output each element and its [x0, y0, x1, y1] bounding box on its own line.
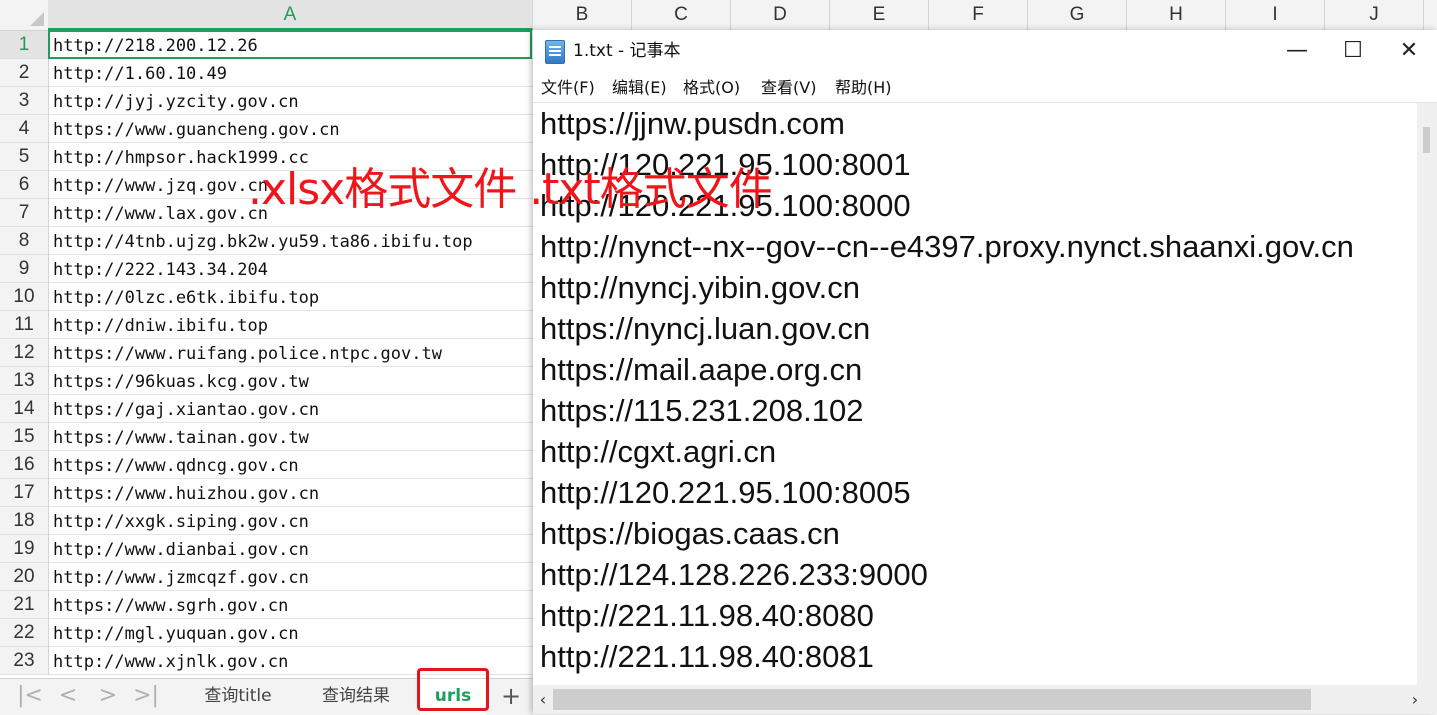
url-cell[interactable]: http://www.dianbai.gov.cn — [49, 535, 533, 563]
text-line: http://221.11.98.40:8081 — [540, 639, 874, 674]
url-cell[interactable]: http://mgl.yuquan.gov.cn — [49, 619, 533, 647]
text-line: http://120.221.95.100:8005 — [540, 475, 911, 510]
row-number[interactable]: 1 — [0, 31, 48, 59]
text-line: https://nyncj.luan.gov.cn — [540, 311, 871, 346]
row-number[interactable]: 9 — [0, 255, 48, 283]
row-number[interactable]: 11 — [0, 311, 48, 339]
menu-view[interactable]: 查看(V) — [761, 72, 816, 102]
column-header-b[interactable]: B — [533, 0, 632, 30]
scroll-left-icon[interactable]: ‹ — [533, 685, 553, 714]
add-sheet-button[interactable]: + — [496, 679, 526, 715]
text-line: https://mail.aape.org.cn — [540, 352, 863, 387]
row-number[interactable]: 5 — [0, 143, 48, 171]
row-number[interactable]: 22 — [0, 619, 48, 647]
column-header-g[interactable]: G — [1028, 0, 1127, 30]
scroll-right-icon[interactable]: › — [1405, 685, 1425, 714]
row-number[interactable]: 18 — [0, 507, 48, 535]
close-button[interactable]: ✕ — [1381, 30, 1437, 72]
url-cell[interactable]: http://dniw.ibifu.top — [49, 311, 533, 339]
menu-help[interactable]: 帮助(H) — [835, 72, 892, 102]
prev-sheet-icon[interactable]: < — [50, 679, 86, 715]
menu-bar: 文件(F) 编辑(E) 格式(O) 查看(V) 帮助(H) — [533, 72, 1437, 102]
url-cell[interactable]: https://96kuas.kcg.gov.tw — [49, 367, 533, 395]
text-line: https://115.231.208.102 — [540, 393, 864, 428]
column-header-j[interactable]: J — [1325, 0, 1424, 30]
text-line: http://cgxt.agri.cn — [540, 434, 777, 469]
url-cell[interactable]: http://0lzc.e6tk.ibifu.top — [49, 283, 533, 311]
notepad-title-bar[interactable]: 1.txt - 记事本 — ☐ ✕ — [533, 30, 1437, 72]
horizontal-scroll-thumb[interactable] — [553, 689, 1311, 710]
minimize-button[interactable]: — — [1269, 30, 1325, 72]
maximize-button[interactable]: ☐ — [1325, 30, 1381, 72]
row-number[interactable]: 4 — [0, 115, 48, 143]
sheet-tab-query-title[interactable]: 查询title — [180, 679, 296, 715]
url-cell[interactable]: https://www.tainan.gov.tw — [49, 423, 533, 451]
row-number[interactable]: 10 — [0, 283, 48, 311]
last-sheet-icon[interactable]: >| — [128, 679, 164, 715]
url-cell[interactable]: http://xxgk.siping.gov.cn — [49, 507, 533, 535]
sheet-tab-query-results[interactable]: 查询结果 — [298, 679, 414, 715]
column-header-a[interactable]: A — [48, 0, 533, 30]
url-cell[interactable]: https://www.sgrh.gov.cn — [49, 591, 533, 619]
row-number[interactable]: 23 — [0, 647, 48, 675]
column-header-f[interactable]: F — [929, 0, 1028, 30]
url-cell[interactable]: http://4tnb.ujzg.bk2w.yu59.ta86.ibifu.to… — [49, 227, 533, 255]
url-cell[interactable]: https://gaj.xiantao.gov.cn — [49, 395, 533, 423]
horizontal-scrollbar[interactable]: ‹ › — [533, 685, 1437, 714]
url-cell[interactable]: http://jyj.yzcity.gov.cn — [49, 87, 533, 115]
row-number[interactable]: 16 — [0, 451, 48, 479]
url-cell[interactable]: http://222.143.34.204 — [49, 255, 533, 283]
column-header-c[interactable]: C — [632, 0, 731, 30]
row-number[interactable]: 3 — [0, 87, 48, 115]
text-line: http://124.128.226.233:9000 — [540, 557, 928, 592]
row-number[interactable]: 6 — [0, 171, 48, 199]
menu-edit[interactable]: 编辑(E) — [612, 72, 667, 102]
highlight-box — [417, 668, 489, 711]
text-line: https://biogas.caas.cn — [540, 516, 840, 551]
row-number[interactable]: 14 — [0, 395, 48, 423]
notepad-window: 1.txt - 记事本 — ☐ ✕ 文件(F) 编辑(E) 格式(O) 查看(V… — [533, 30, 1437, 714]
row-number[interactable]: 17 — [0, 479, 48, 507]
column-header-h[interactable]: H — [1127, 0, 1226, 30]
menu-file[interactable]: 文件(F) — [541, 72, 595, 102]
url-cell[interactable]: https://www.qdncg.gov.cn — [49, 451, 533, 479]
column-header-i[interactable]: I — [1226, 0, 1325, 30]
row-number[interactable]: 19 — [0, 535, 48, 563]
column-header-row: A B C D E F G H I J — [0, 0, 1437, 31]
column-header-e[interactable]: E — [830, 0, 929, 30]
notepad-icon — [545, 40, 565, 64]
text-line: http://nyncj.yibin.gov.cn — [540, 270, 860, 305]
vertical-scrollbar[interactable] — [1417, 103, 1437, 685]
select-all-corner[interactable] — [0, 0, 49, 30]
window-title: 1.txt - 记事本 — [573, 41, 681, 61]
text-line: http://nynct--nx--gov--cn--e4397.proxy.n… — [540, 229, 1354, 264]
row-number-column: 1 2 3 4 5 6 7 8 9 10 11 12 13 14 15 16 17 18 19 20 21 22 23 — [0, 31, 49, 675]
row-number[interactable]: 12 — [0, 339, 48, 367]
url-cell[interactable]: http://1.60.10.49 — [49, 59, 533, 87]
url-cell[interactable]: https://www.guancheng.gov.cn — [49, 115, 533, 143]
annotation-text: .xlsx格式文件 .txt格式文件 — [248, 164, 773, 215]
row-number[interactable]: 20 — [0, 563, 48, 591]
url-cell[interactable]: https://www.ruifang.police.ntpc.gov.tw — [49, 339, 533, 367]
vertical-scroll-thumb[interactable] — [1423, 127, 1430, 153]
column-header-d[interactable]: D — [731, 0, 830, 30]
select-all-icon — [30, 12, 44, 26]
text-line: http://221.11.98.40:8080 — [540, 598, 874, 633]
url-cell[interactable]: http://218.200.12.26 — [49, 31, 533, 59]
row-number[interactable]: 2 — [0, 59, 48, 87]
menu-format[interactable]: 格式(O) — [683, 72, 740, 102]
row-number[interactable]: 21 — [0, 591, 48, 619]
url-cell[interactable]: https://www.huizhou.gov.cn — [49, 479, 533, 507]
row-number[interactable]: 13 — [0, 367, 48, 395]
first-sheet-icon[interactable]: |< — [12, 679, 48, 715]
row-number[interactable]: 15 — [0, 423, 48, 451]
next-sheet-icon[interactable]: > — [90, 679, 126, 715]
row-number[interactable]: 7 — [0, 199, 48, 227]
row-number[interactable]: 8 — [0, 227, 48, 255]
column-a-cells: http://218.200.12.26 http://1.60.10.49 htt… — [49, 31, 533, 675]
text-line: https://jjnw.pusdn.com — [540, 106, 845, 141]
url-cell[interactable]: http://www.jzmcqzf.gov.cn — [49, 563, 533, 591]
